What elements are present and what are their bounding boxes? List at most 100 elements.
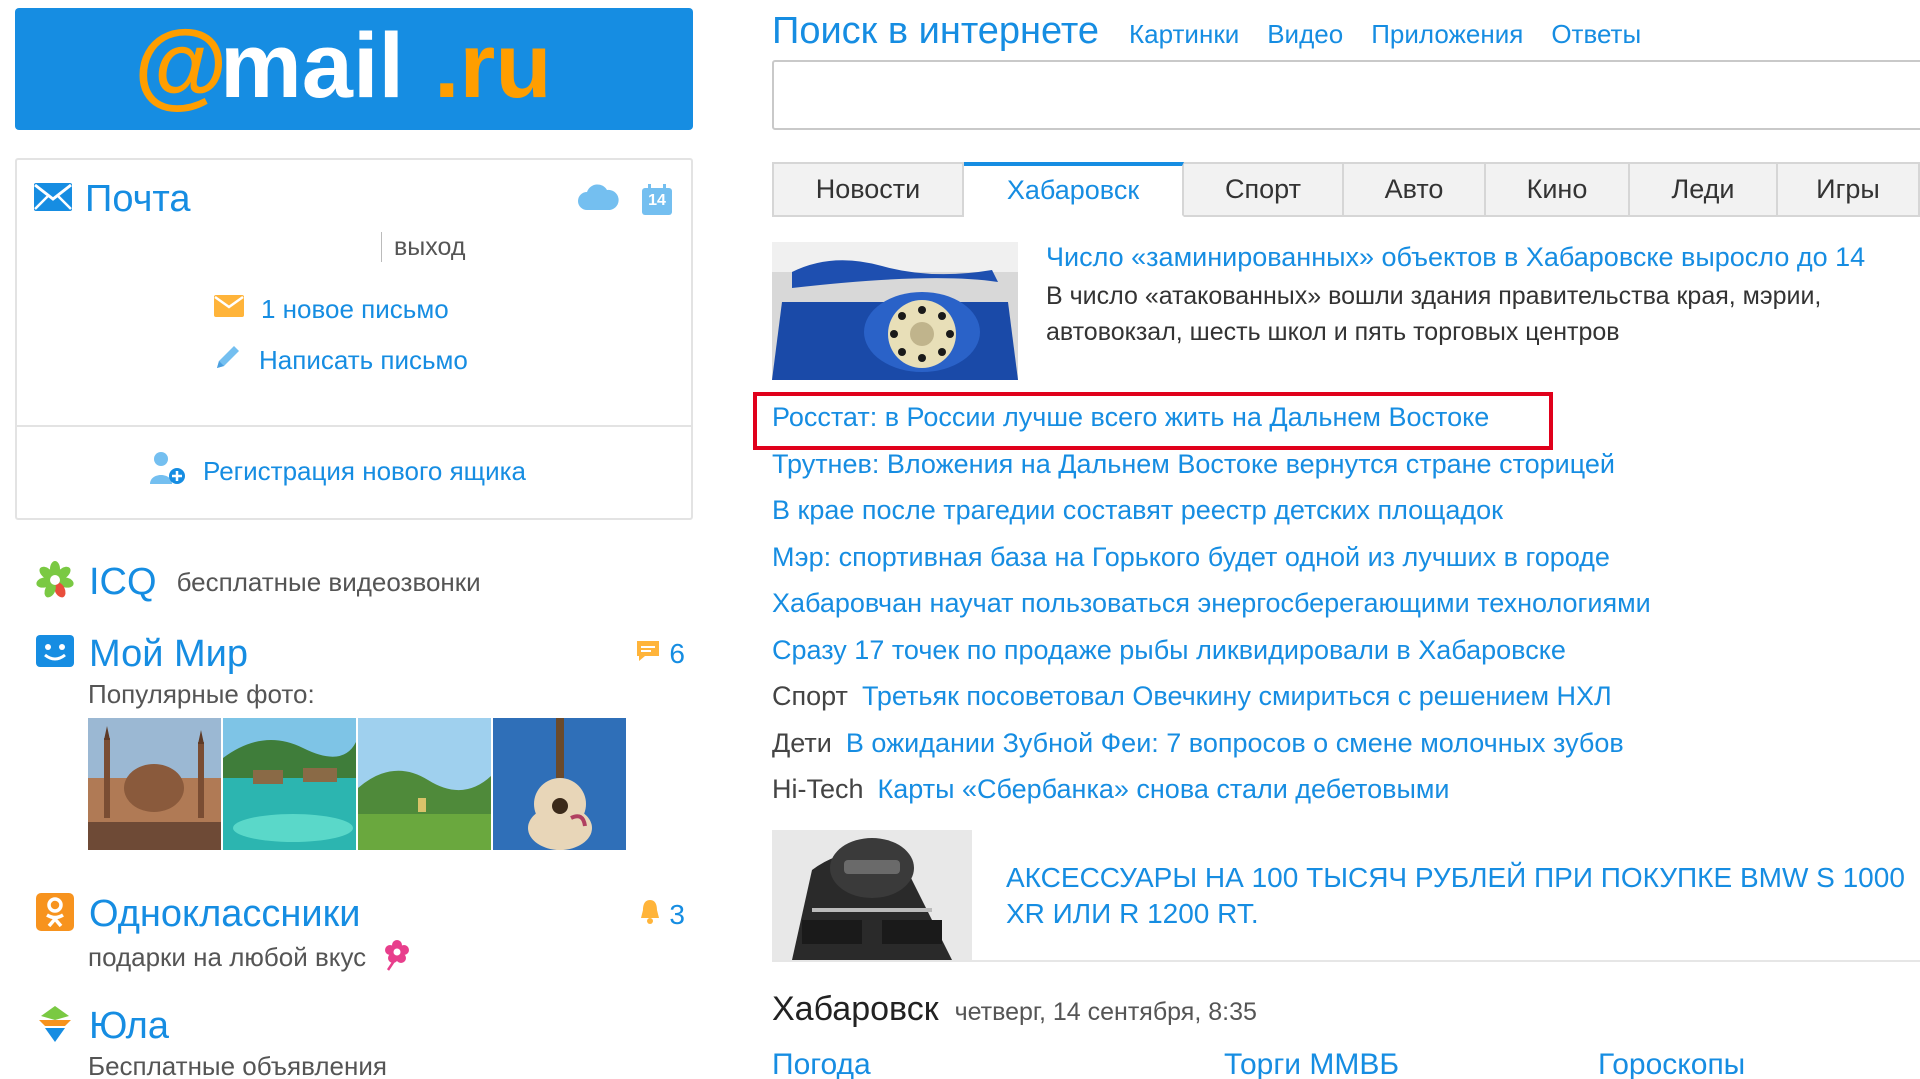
odnoklassniki-icon [35,892,75,937]
city-name: Хабаровск [772,990,939,1028]
news-title[interactable]: В ожидании Зубной Феи: 7 вопросов о смен… [846,728,1624,759]
search-link-video[interactable]: Видео [1267,19,1343,50]
cloud-icon[interactable] [577,182,619,217]
new-letters-link[interactable]: 1 новое письмо [261,294,449,325]
news-title[interactable]: Хабаровчан научат пользоваться энергосбе… [772,588,1651,619]
news-category[interactable]: Дети [772,728,832,759]
news-title[interactable]: Трутнев: Вложения на Дальнем Востоке вер… [772,449,1615,480]
city-line: Хабаровск четверг, 14 сентября, 8:35 [772,990,1257,1029]
svg-text:.ru: .ru [434,19,552,117]
tab-auto[interactable]: Авто [1344,162,1486,217]
top-news-headline[interactable]: Число «заминированных» объектов в Хабаро… [1046,242,1865,273]
moy-mir-link[interactable]: Мой Мир [89,633,248,676]
ad-block: АКСЕССУАРЫ НА 100 ТЫСЯЧ РУБЛЕЙ ПРИ ПОКУП… [772,830,1920,962]
photo-mosque[interactable] [88,718,221,850]
mail-title-link[interactable]: Почта [85,178,191,221]
odnoklassniki-link[interactable]: Одноклассники [89,893,360,936]
search-input[interactable] [772,60,1920,130]
flower-icon [380,937,414,978]
news-item: Сразу 17 точек по продаже рыбы ликвидиро… [772,635,1651,682]
search-header: Поиск в интернете Картинки Видео Приложе… [772,10,1641,53]
moy-mir-icon [35,632,75,677]
news-item: Росстат: в России лучше всего жить на Да… [772,402,1651,449]
news-item: В крае после трагедии составят реестр де… [772,495,1651,542]
yula-description: Бесплатные объявления [88,1051,387,1079]
odnoklassniki-count: 3 [669,898,685,930]
tab-news[interactable]: Новости [772,162,964,217]
news-category[interactable]: Спорт [772,681,848,712]
calendar-icon[interactable]: 14 [641,183,673,216]
mail-header: Почта [33,178,191,221]
search-link-images[interactable]: Картинки [1129,19,1239,50]
svg-text:mail: mail [220,19,404,117]
new-mail-icon [213,294,245,325]
tab-kino[interactable]: Кино [1486,162,1630,217]
weather-link[interactable]: Погода [772,1048,871,1079]
icq-flower-icon [35,560,75,605]
mailru-logo[interactable]: @ mail .ru [15,8,693,130]
odnoklassniki-counter[interactable]: 3 [639,898,685,931]
top-news-lead: В число «атакованных» вошли здания прави… [1046,282,1822,346]
yula-link[interactable]: Юла [89,1005,169,1048]
envelope-icon [33,182,73,217]
news-title[interactable]: Сразу 17 точек по продаже рыбы ликвидиро… [772,635,1566,666]
service-icq: ICQ бесплатные видеозвонки [35,560,481,605]
top-news: Число «заминированных» объектов в Хабаро… [772,242,1920,382]
tab-khabarovsk[interactable]: Хабаровск [964,162,1184,217]
register-link[interactable]: Регистрация нового ящика [203,456,526,487]
yula-icon [35,1004,75,1049]
popular-photos [88,718,626,850]
icq-description: бесплатные видеозвонки [176,567,481,597]
news-item: Трутнев: Вложения на Дальнем Востоке вер… [772,449,1651,496]
comment-icon [635,638,661,670]
news-item: Дети В ожидании Зубной Феи: 7 вопросов о … [772,728,1651,775]
telephone-photo[interactable] [772,242,1018,380]
mail-widget: Почта 14 выход 1 новое письмо Написать п… [15,158,693,520]
news-title[interactable]: В крае после трагедии составят реестр де… [772,495,1503,526]
popular-photos-label: Популярные фото: [88,679,315,709]
moy-mir-count: 6 [669,638,685,669]
compose-row[interactable]: Написать письмо [213,342,468,379]
current-date: четверг, 14 сентября, 8:35 [954,998,1257,1026]
pencil-icon [213,342,243,379]
news-title[interactable]: Третьяк посоветовал Овечкину смириться с… [862,681,1612,712]
gifts-text: подарки на любой вкус [88,942,367,972]
logout-link[interactable]: выход [381,232,465,262]
news-title[interactable]: Росстат: в России лучше всего жить на Да… [772,402,1489,433]
motorcycle-photo[interactable] [772,830,972,960]
news-item: Хабаровчан научат пользоваться энергосбе… [772,588,1651,635]
tab-sport[interactable]: Спорт [1184,162,1344,217]
search-title[interactable]: Поиск в интернете [772,10,1099,53]
new-letters-row[interactable]: 1 новое письмо [213,294,449,325]
news-tabs: Новости Хабаровск Спорт Авто Кино Леди И… [772,162,1920,217]
news-title[interactable]: Мэр: спортивная база на Горького будет о… [772,542,1610,573]
tab-lady[interactable]: Леди [1630,162,1778,217]
ad-text[interactable]: АКСЕССУАРЫ НА 100 ТЫСЯЧ РУБЛЕЙ ПРИ ПОКУП… [1006,860,1920,932]
horoscopes-link[interactable]: Гороскопы [1598,1048,1745,1079]
compose-link[interactable]: Написать письмо [259,345,468,376]
bell-icon [639,898,661,931]
search-link-apps[interactable]: Приложения [1371,19,1523,50]
photo-lagoon[interactable] [223,718,356,850]
add-user-icon [147,450,187,493]
news-category[interactable]: Hi-Tech [772,774,864,805]
stock-link[interactable]: Торги ММВБ [1224,1048,1399,1079]
news-item: Мэр: спортивная база на Горького будет о… [772,542,1651,589]
photo-hills[interactable] [358,718,491,850]
tab-games[interactable]: Игры [1778,162,1920,217]
search-link-answers[interactable]: Ответы [1551,19,1641,50]
calendar-day: 14 [648,191,666,209]
news-item: Hi-Tech Карты «Сбербанка» снова стали деб… [772,774,1651,821]
news-item: Спорт Третьяк посоветовал Овечкину смирит… [772,681,1651,728]
service-moy-mir: Мой Мир 6 Популярные фото: [35,632,685,850]
service-yula: Юла Бесплатные объявления [35,1004,387,1079]
news-title[interactable]: Карты «Сбербанка» снова стали дебетовыми [878,774,1450,805]
news-list: Росстат: в России лучше всего жить на Да… [772,402,1651,821]
photo-guitar[interactable] [493,718,626,850]
mailru-logo-icon: @ mail .ru [134,19,552,118]
register-row[interactable]: Регистрация нового ящика [147,450,526,493]
mail-divider [17,425,691,427]
svg-text:@: @ [134,19,228,118]
icq-link[interactable]: ICQ [89,561,157,604]
moy-mir-counter[interactable]: 6 [635,638,685,670]
